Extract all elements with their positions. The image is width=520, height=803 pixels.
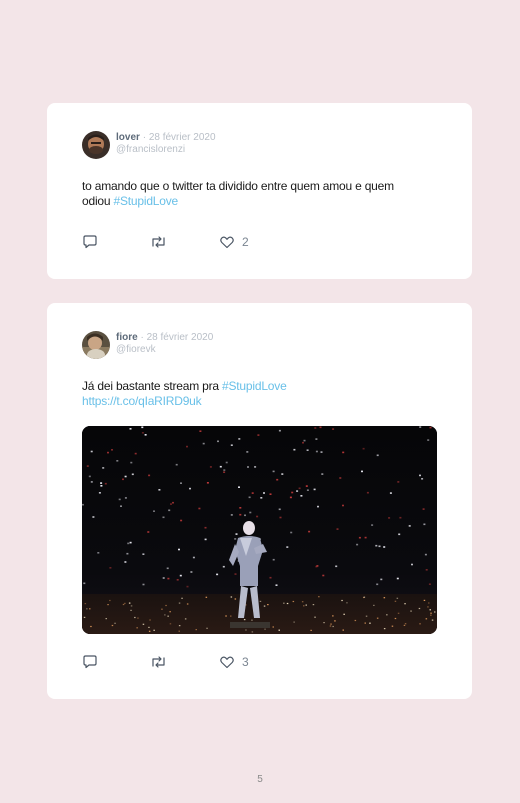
avatar[interactable] [82, 131, 110, 159]
author-handle[interactable]: @fiorevk [116, 344, 213, 356]
author-handle[interactable]: @francislorenzi [116, 144, 216, 156]
avatar[interactable] [82, 331, 110, 359]
retweet-icon[interactable] [150, 234, 167, 250]
tweet-date[interactable]: 28 février 2020 [149, 132, 216, 143]
like-count: 3 [242, 655, 249, 669]
tweet-actions: 2 [82, 234, 282, 250]
tweet-date[interactable]: 28 février 2020 [147, 332, 214, 343]
tweet-card: fiore · 28 février 2020 @fiorevk Já dei … [47, 303, 472, 699]
reply-icon[interactable] [82, 234, 98, 250]
retweet-icon[interactable] [150, 654, 167, 670]
hashtag-link[interactable]: #StupidLove [222, 379, 287, 393]
like-count: 2 [242, 235, 249, 249]
tweet-url-link[interactable]: https://t.co/qIaRIRD9uk [82, 394, 422, 409]
reply-icon[interactable] [82, 654, 98, 670]
separator-dot: · [142, 132, 147, 143]
hashtag-link[interactable]: #StupidLove [114, 194, 179, 208]
tweet-text: to amando que o twitter ta dividido entr… [82, 179, 422, 209]
author-name[interactable]: lover [116, 132, 140, 143]
tweet-card: lover · 28 février 2020 @francislorenzi … [47, 103, 472, 279]
tweet-text: Já dei bastante stream pra #StupidLove ht… [82, 379, 422, 409]
heart-icon[interactable] [219, 234, 235, 250]
tweet-media-image[interactable] [82, 426, 437, 634]
heart-icon[interactable] [219, 654, 235, 670]
tweet-actions: 3 [82, 654, 282, 670]
separator-dot: · [140, 332, 144, 343]
author-name[interactable]: fiore [116, 332, 138, 343]
page-number: 5 [257, 774, 263, 785]
tweet-body: Já dei bastante stream pra [82, 379, 223, 393]
